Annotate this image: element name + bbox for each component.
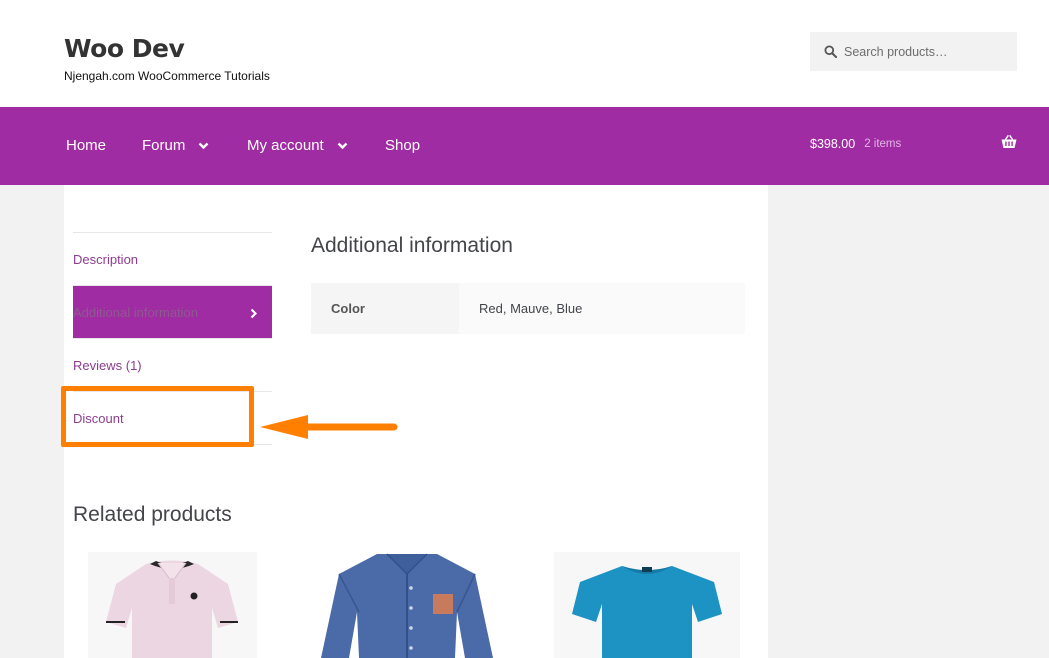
nav-item-label: Home xyxy=(66,137,107,154)
search-icon xyxy=(824,45,837,58)
cart-link[interactable]: $398.00 2 items xyxy=(810,134,1017,154)
search-box[interactable] xyxy=(810,32,1017,71)
nav-item-label: Shop xyxy=(385,137,421,154)
related-products-title: Related products xyxy=(73,503,232,526)
tab-label: Reviews (1) xyxy=(73,357,142,373)
related-product-pink-polo[interactable] xyxy=(88,552,257,658)
tab-description[interactable]: Description xyxy=(73,233,272,286)
chevron-down-icon xyxy=(198,142,209,150)
nav-item-shop[interactable]: Shop xyxy=(385,137,420,154)
tab-reviews[interactable]: Reviews (1) xyxy=(73,339,272,392)
attribute-value: Red, Mauve, Blue xyxy=(459,283,745,334)
blue-denim-shirt-image xyxy=(315,552,502,658)
site-header: Woo Dev Njengah.com WooCommerce Tutorial… xyxy=(0,0,1049,107)
tab-additional-information[interactable]: Additional information xyxy=(73,286,272,339)
cart-total: $398.00 xyxy=(810,137,856,151)
nav-item-my-account[interactable]: My account xyxy=(247,137,348,154)
site-title[interactable]: Woo Dev xyxy=(64,34,185,63)
panel-title: Additional information xyxy=(311,234,513,257)
chevron-right-icon xyxy=(250,307,258,322)
related-product-blue-tshirt[interactable] xyxy=(554,552,740,658)
tab-label: Description xyxy=(73,251,139,267)
nav-item-home[interactable]: Home xyxy=(66,137,106,154)
nav-item-label: Forum xyxy=(142,137,186,154)
attribute-label: Color xyxy=(311,283,459,334)
annotation-arrow-icon xyxy=(260,415,398,439)
cart-count: 2 items xyxy=(864,138,902,150)
pink-polo-shirt-image xyxy=(88,552,257,658)
nav-item-forum[interactable]: Forum xyxy=(142,137,209,154)
primary-nav: Home Forum My account Shop $398.00 2 ite… xyxy=(0,107,1049,185)
chevron-down-icon xyxy=(337,142,348,150)
basket-icon xyxy=(1001,135,1017,154)
site-tagline: Njengah.com WooCommerce Tutorials xyxy=(64,69,270,83)
blue-t-shirt-image xyxy=(554,552,740,658)
related-product-denim-shirt[interactable] xyxy=(315,552,502,658)
nav-item-label: My account xyxy=(247,137,324,154)
search-input[interactable] xyxy=(844,44,1004,59)
tab-label: Additional information xyxy=(73,304,199,320)
highlight-annotation-box xyxy=(61,386,254,447)
attributes-table: Color Red, Mauve, Blue xyxy=(311,283,745,334)
